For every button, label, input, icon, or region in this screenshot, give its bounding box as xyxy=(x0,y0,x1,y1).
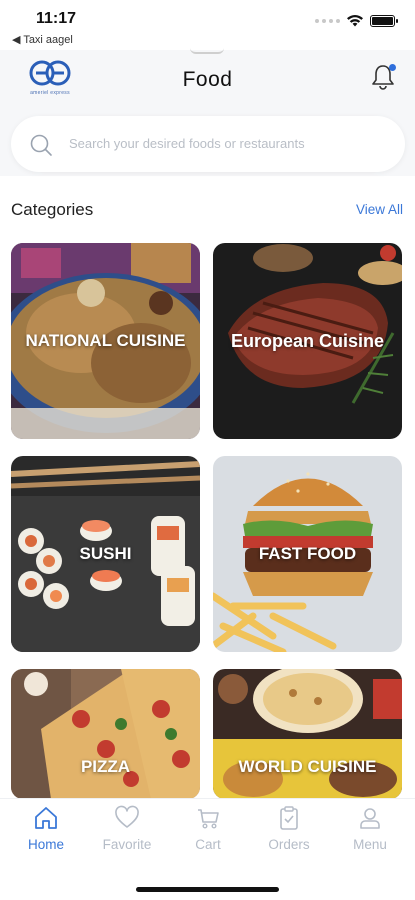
app-header: ameriel express Food xyxy=(0,50,415,110)
search-icon xyxy=(30,134,52,156)
world-cuisine-image xyxy=(213,669,402,799)
category-card-world-cuisine[interactable]: WORLD CUISINE xyxy=(213,669,402,799)
nav-label: Cart xyxy=(195,837,221,852)
category-label: NATIONAL CUISINE xyxy=(25,331,186,350)
search-input[interactable]: Search your desired foods or restaurants xyxy=(11,116,405,172)
category-card-sushi[interactable]: SUSHI xyxy=(11,456,200,652)
pizza-image xyxy=(11,669,200,799)
nav-label: Menu xyxy=(353,837,387,852)
status-time: 11:17 xyxy=(36,10,77,27)
nav-label: Home xyxy=(27,837,64,852)
nav-label: Orders xyxy=(268,837,310,852)
category-label: FAST FOOD xyxy=(258,544,357,563)
signal-icon xyxy=(315,18,340,23)
status-bar: 11:17 ◀ Taxi aagel xyxy=(0,0,415,50)
notifications-button[interactable] xyxy=(369,62,397,92)
nav-cart[interactable]: Cart xyxy=(168,805,248,852)
category-label: PIZZA xyxy=(80,757,131,776)
wifi-icon xyxy=(347,15,363,27)
notification-badge xyxy=(389,64,396,71)
heart-icon xyxy=(115,805,139,828)
nav-label: Favorite xyxy=(102,837,152,852)
category-label: WORLD CUISINE xyxy=(238,757,377,776)
home-icon xyxy=(35,807,57,829)
nav-favorite[interactable]: Favorite xyxy=(87,805,167,852)
view-all-link[interactable]: View All xyxy=(356,202,403,217)
category-label: SUSHI xyxy=(79,544,132,563)
back-to-app-link[interactable]: ◀ Taxi aagel xyxy=(12,33,73,46)
categories-title: Categories xyxy=(11,200,94,219)
search-section: Search your desired foods or restaurants xyxy=(0,110,415,176)
battery-icon xyxy=(370,14,398,27)
category-card-fast-food[interactable]: FAST FOOD xyxy=(213,456,402,652)
pull-handle xyxy=(190,48,224,54)
cart-icon xyxy=(198,809,219,829)
category-card-pizza[interactable]: PIZZA xyxy=(11,669,200,799)
nav-menu[interactable]: Menu xyxy=(330,805,410,852)
category-label: European Cuisine xyxy=(230,331,385,351)
clipboard-icon xyxy=(280,806,298,830)
status-icons xyxy=(315,14,398,27)
category-card-national-cuisine[interactable]: NATIONAL CUISINE xyxy=(11,243,200,439)
category-card-european-cuisine[interactable]: European Cuisine xyxy=(213,243,402,439)
user-icon xyxy=(360,808,380,829)
search-placeholder: Search your desired foods or restaurants xyxy=(69,136,305,151)
nav-orders[interactable]: Orders xyxy=(249,805,329,852)
nav-home[interactable]: Home xyxy=(6,805,86,852)
page-title: Food xyxy=(182,68,233,91)
bottom-navigation: Home Favorite Cart Orders Menu xyxy=(0,798,415,900)
home-indicator xyxy=(136,887,279,892)
